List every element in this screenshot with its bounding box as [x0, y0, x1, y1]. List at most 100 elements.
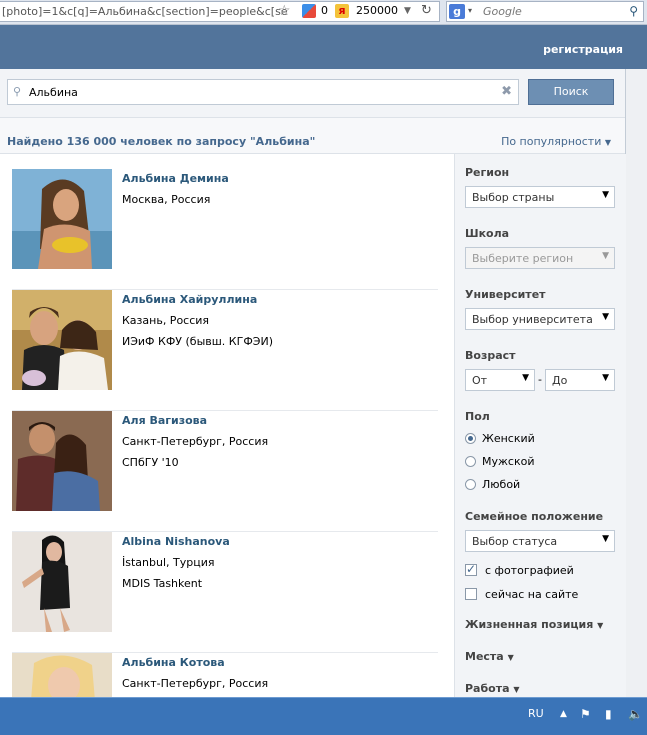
with-photo-checkbox[interactable]: с фотографией [465, 562, 574, 577]
avatar[interactable] [12, 411, 112, 511]
bookmark-star-icon[interactable]: ☆ [278, 4, 291, 18]
sex-option-any[interactable]: Любой [465, 477, 520, 491]
person-location: Санкт-Петербург, Россия [122, 677, 269, 690]
avatar[interactable] [12, 532, 112, 632]
chevron-down-icon: ▼ [602, 251, 609, 261]
region-label: Регион [465, 166, 510, 179]
volume-icon[interactable]: 🔈 [628, 707, 643, 721]
sex-option-male[interactable]: Мужской [465, 454, 534, 468]
sex-option-label: Женский [482, 432, 535, 445]
school-region-select[interactable]: Выберите регион ▼ [465, 247, 615, 269]
person-name[interactable]: Альбина Котова [122, 656, 225, 669]
chevron-down-icon: ▼ [522, 373, 529, 383]
school-select-value: Выберите регион [472, 252, 574, 265]
person-name[interactable]: Аля Вагизова [122, 414, 207, 427]
reload-icon[interactable]: ↻ [421, 4, 432, 18]
browser-search-box[interactable]: g ▾ Google ⚲ [446, 1, 644, 22]
person-location: Москва, Россия [122, 193, 211, 206]
chevron-down-icon: ▼ [602, 534, 609, 544]
site-header: регистрация [0, 25, 647, 69]
university-select[interactable]: Выбор университета ▼ [465, 308, 615, 330]
search-engine-dropdown-icon[interactable]: ▾ [468, 6, 472, 15]
age-to-value: До [552, 374, 568, 387]
google-toolbar-icon[interactable] [302, 4, 316, 18]
network-icon[interactable]: ▮ [605, 707, 612, 721]
university-select-value: Выбор университета [472, 313, 593, 326]
person-name[interactable]: Альбина Демина [122, 172, 229, 185]
action-center-flag-icon[interactable]: ⚑ [580, 707, 591, 721]
country-select[interactable]: Выбор страны ▼ [465, 186, 615, 208]
search-input[interactable]: ⚲ Альбина ✖ [7, 79, 519, 105]
country-select-value: Выбор страны [472, 191, 555, 204]
sex-label: Пол [465, 410, 490, 423]
age-from-value: От [472, 374, 488, 387]
person-location: Казань, Россия [122, 314, 210, 327]
online-now-checkbox[interactable]: сейчас на сайте [465, 586, 578, 601]
results-count: Найдено 136 000 человек по запросу "Альб… [7, 135, 316, 148]
search-icon[interactable]: ⚲ [629, 4, 638, 18]
sex-option-female[interactable]: Женский [465, 431, 535, 445]
person-result: Альбина Котова Санкт-Петербург, Россия [12, 653, 438, 697]
places-label: Места [465, 650, 504, 663]
person-result: Аля Вагизова Санкт-Петербург, Россия СПб… [12, 411, 438, 532]
yandex-count: 250000 [356, 4, 398, 17]
person-name[interactable]: Albina Nishanova [122, 535, 230, 548]
register-link[interactable]: регистрация [543, 43, 623, 56]
marital-status-label: Семейное положение [465, 510, 604, 523]
avatar[interactable] [12, 290, 112, 390]
marital-status-select[interactable]: Выбор статуса ▼ [465, 530, 615, 552]
yandex-icon[interactable]: я [335, 4, 349, 18]
chevron-down-icon: ▼ [513, 685, 520, 694]
radio-icon [465, 479, 476, 490]
person-education: ИЭиФ КФУ (бывш. КГФЭИ) [122, 335, 273, 348]
clear-icon[interactable]: ✖ [501, 84, 512, 99]
age-from-select[interactable]: От ▼ [465, 369, 535, 391]
person-name[interactable]: Альбина Хайруллина [122, 293, 257, 306]
with-photo-label: с фотографией [485, 564, 574, 577]
person-education: MDIS Tashkent [122, 577, 203, 590]
age-to-select[interactable]: До ▼ [545, 369, 615, 391]
browser-search-placeholder: Google [483, 5, 522, 18]
search-engine-icon[interactable]: g [449, 4, 465, 19]
chevron-down-icon: ▼ [604, 138, 611, 147]
language-indicator[interactable]: RU [528, 707, 544, 720]
person-result: Albina Nishanova İstanbul, Турция MDIS T… [12, 532, 438, 653]
sex-option-label: Любой [482, 478, 521, 491]
chevron-down-icon: ▼ [507, 653, 514, 662]
person-location: İstanbul, Турция [122, 556, 215, 569]
os-taskbar: RU ▲ ⚑ ▮ 🔈 [0, 697, 647, 735]
browser-toolbar: [photo]=1&c[q]=Альбина&c[section]=people… [0, 0, 647, 25]
results-summary-bar: Найдено 136 000 человек по запросу "Альб… [0, 118, 625, 154]
radio-icon [465, 456, 476, 467]
checkbox-checked-icon [465, 562, 477, 576]
tray-expand-icon[interactable]: ▲ [560, 709, 567, 719]
life-position-label: Жизненная позиция [465, 618, 594, 631]
age-label: Возраст [465, 349, 516, 362]
person-result: Альбина Демина Москва, Россия [12, 169, 438, 290]
university-label: Университет [465, 288, 546, 301]
checkbox-icon [465, 588, 477, 600]
main-content: ⚲ Альбина ✖ Поиск Найдено 136 000 челове… [0, 69, 626, 697]
marital-select-value: Выбор статуса [472, 535, 558, 548]
dropdown-arrow-icon[interactable]: ▼ [404, 4, 411, 18]
work-expander[interactable]: Работа ▼ [465, 682, 520, 695]
chevron-down-icon: ▼ [602, 190, 609, 200]
person-education: СПбГУ '10 [122, 456, 179, 469]
chevron-down-icon: ▼ [597, 621, 604, 630]
google-count: 0 [321, 4, 328, 17]
avatar[interactable] [12, 653, 112, 697]
radio-checked-icon [465, 433, 476, 444]
school-label: Школа [465, 227, 510, 240]
avatar[interactable] [12, 169, 112, 269]
online-now-label: сейчас на сайте [485, 588, 579, 601]
search-icon: ⚲ [13, 85, 22, 98]
search-button[interactable]: Поиск [528, 79, 614, 105]
person-location: Санкт-Петербург, Россия [122, 435, 269, 448]
chevron-down-icon: ▼ [602, 312, 609, 322]
life-position-expander[interactable]: Жизненная позиция ▼ [465, 618, 603, 631]
scrollbar[interactable] [626, 69, 647, 697]
places-expander[interactable]: Места ▼ [465, 650, 514, 663]
filters-panel: Регион Выбор страны ▼ Школа Выберите рег… [454, 154, 626, 697]
sort-dropdown[interactable]: По популярности ▼ [501, 135, 611, 148]
sex-option-label: Мужской [482, 455, 535, 468]
